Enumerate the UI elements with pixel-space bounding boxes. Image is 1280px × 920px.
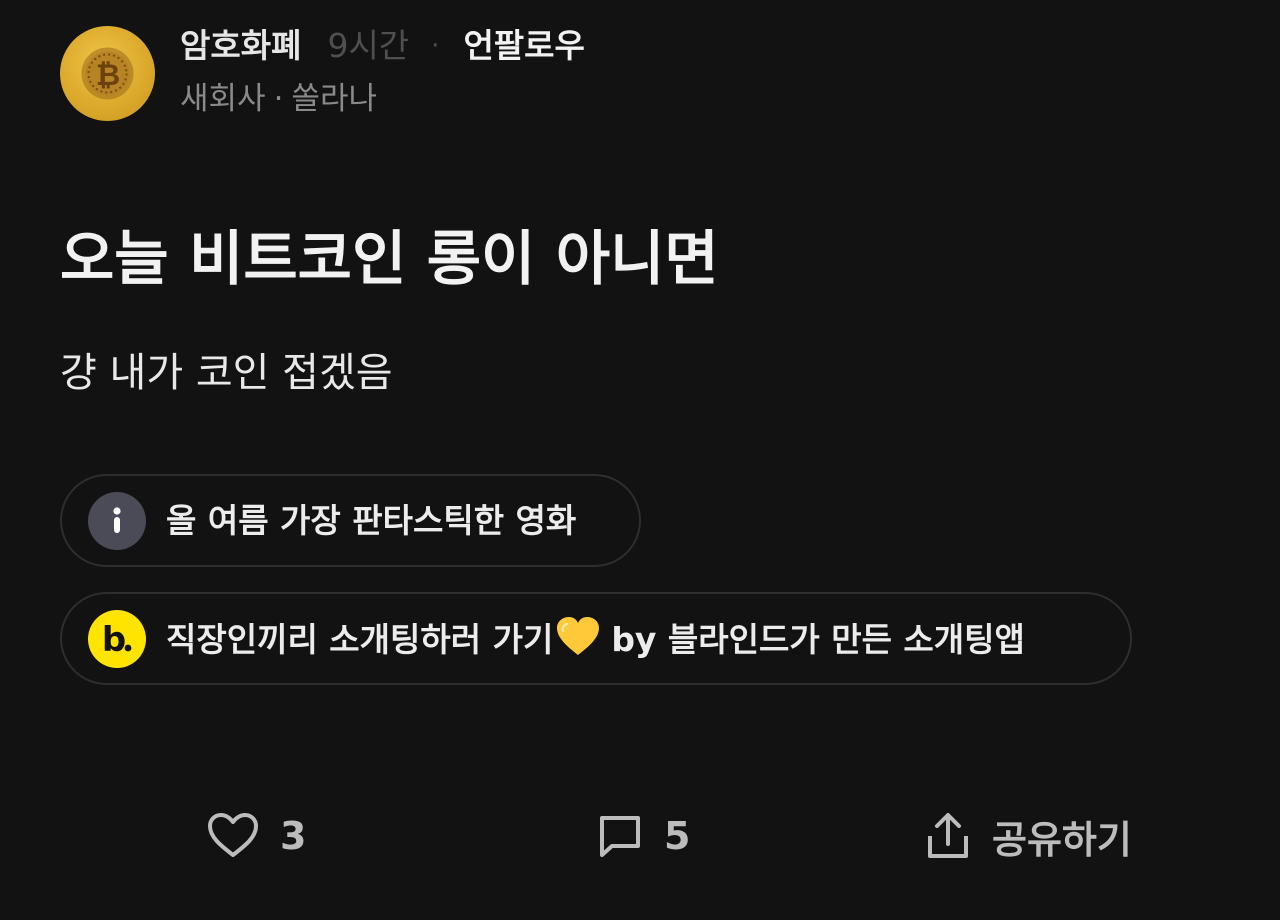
ad-banner-text: 직장인끼리 소개팅하러 가기 by 블라인드가 만든 소개팅앱 [166, 615, 1025, 662]
post-detail: ₿ 암호화폐 9시간 · 언팔로우 새회사 · 쏠라나 오늘 비트코인 롱이 아… [0, 0, 1280, 920]
share-upload-icon [928, 813, 968, 858]
unfollow-button[interactable]: 언팔로우 [463, 24, 584, 68]
author-separator: · [273, 81, 284, 117]
meta-separator: · [431, 31, 440, 61]
comment-button[interactable]: 5 [596, 806, 690, 866]
ad-banner-movie[interactable]: 올 여름 가장 판타스틱한 영화 [60, 474, 641, 567]
info-icon [88, 491, 146, 550]
share-button[interactable]: 공유하기 [924, 806, 1132, 866]
comment-count: 5 [664, 814, 691, 858]
ad-banner-text-main: 직장인끼리 소개팅하러 가기 [166, 620, 554, 659]
author-company: 새회사 [180, 81, 266, 117]
ad-banner-text: 올 여름 가장 판타스틱한 영화 [166, 500, 577, 540]
channel-avatar[interactable]: ₿ [60, 26, 155, 121]
author-nickname: 쏠라나 [291, 81, 377, 117]
post-title: 오늘 비트코인 롱이 아니면 [60, 224, 719, 293]
ad-banner-dating[interactable]: b 직장인끼리 소개팅하러 가기 by 블라인드가 만든 소개팅앱 [60, 592, 1132, 685]
channel-name[interactable]: 암호화폐 [180, 24, 301, 68]
yellow-heart-icon [555, 615, 601, 659]
post-time: 9시간 [327, 26, 410, 65]
svg-text:b: b [102, 620, 126, 660]
like-count: 3 [280, 814, 307, 858]
heart-outline-icon [208, 813, 258, 857]
post-body: 걍 내가 코인 접겠음 [60, 350, 393, 396]
share-label: 공유하기 [992, 817, 1132, 862]
author-info: 새회사 · 쏠라나 [180, 78, 377, 120]
post-meta: 암호화폐 9시간 · 언팔로우 [180, 24, 585, 68]
svg-text:₿: ₿ [96, 58, 120, 93]
ad-banner-text-sub: by 블라인드가 만든 소개팅앱 [611, 620, 1025, 659]
like-button[interactable]: 3 [206, 806, 306, 866]
bitcoin-coin-icon: ₿ [81, 47, 134, 100]
blind-logo-icon: b [88, 609, 146, 668]
comment-icon [600, 816, 640, 857]
